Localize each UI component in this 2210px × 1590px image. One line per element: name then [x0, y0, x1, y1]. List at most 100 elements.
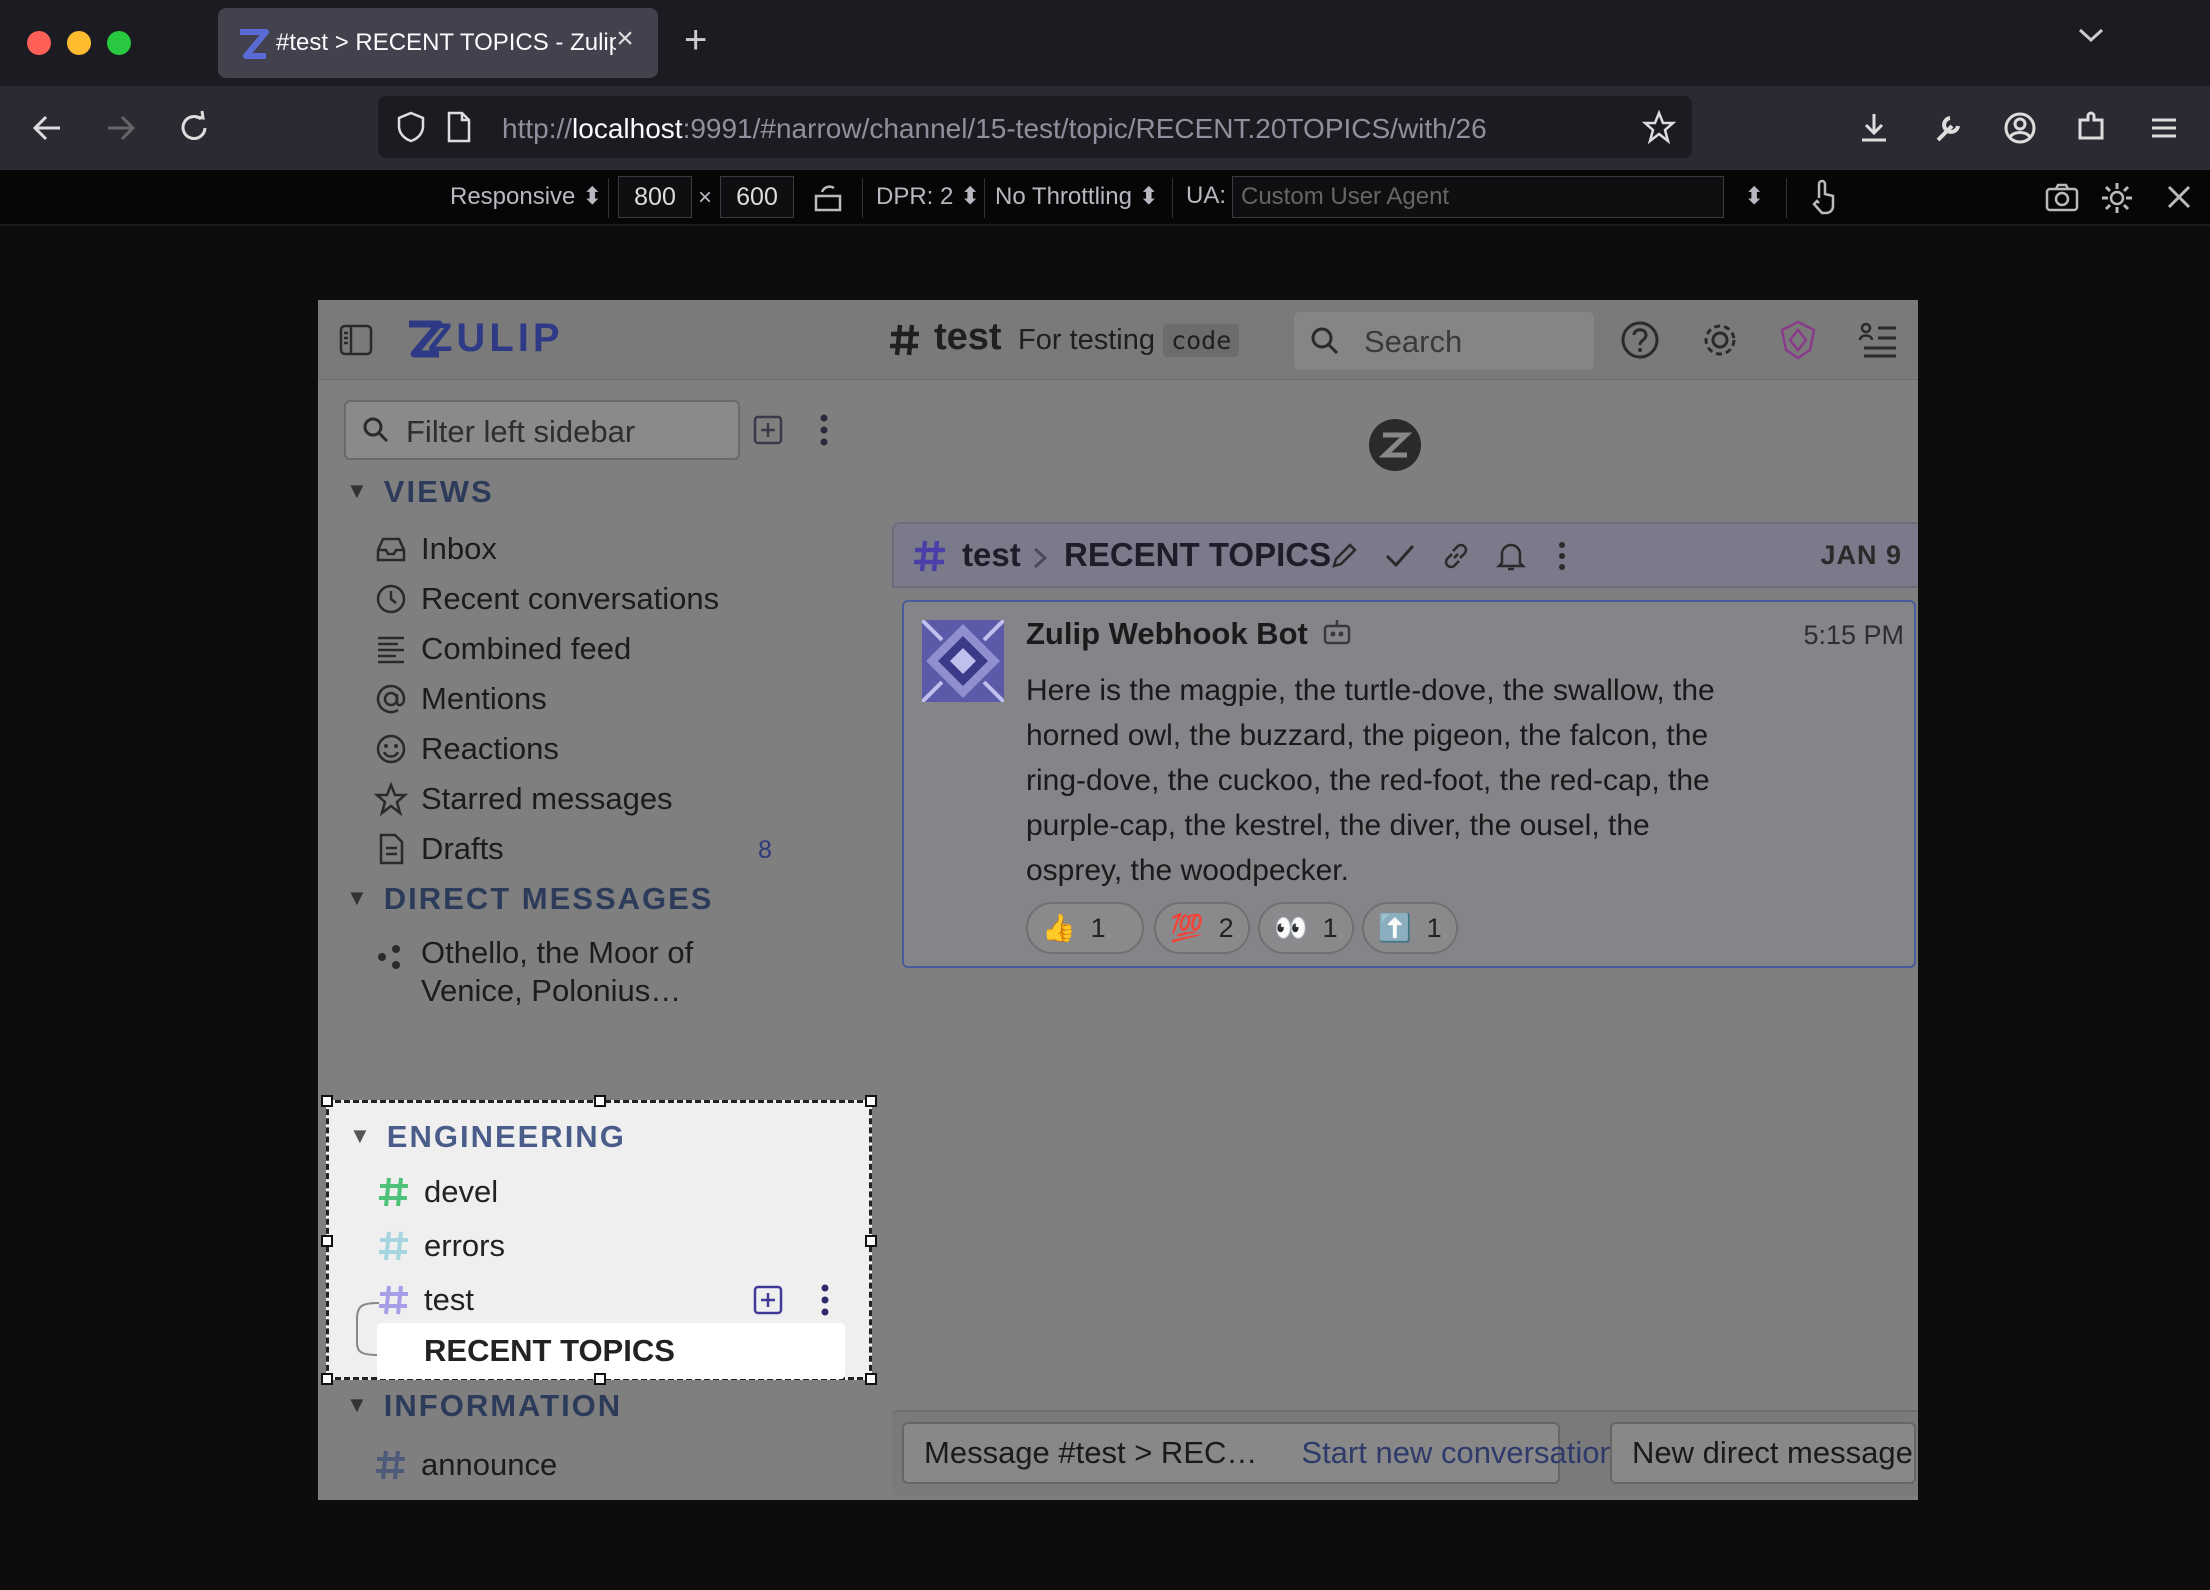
settings-gear-icon[interactable]: [2100, 181, 2134, 215]
close-rdm-icon[interactable]: [2164, 182, 2194, 212]
sidebar-item-group-dm[interactable]: Othello, the Moor of Venice, Polonius…: [318, 932, 878, 1012]
views-section-heading[interactable]: ▼ VIEWS: [346, 474, 494, 510]
user-avatar-icon[interactable]: [1776, 318, 1820, 362]
engineering-section-heading[interactable]: ▼ ENGINEERING: [349, 1119, 626, 1155]
message-sender[interactable]: Zulip Webhook Bot: [1026, 616, 1352, 652]
sidebar-item-test[interactable]: test: [329, 1275, 869, 1325]
reply-message-button[interactable]: Message #test > REC… Start new conversati…: [902, 1422, 1617, 1484]
resize-handle[interactable]: [321, 1235, 333, 1247]
account-icon[interactable]: [2000, 108, 2040, 148]
minimize-window-button[interactable]: [67, 31, 91, 55]
viewport-height-input[interactable]: 600: [720, 176, 794, 218]
viewport-width-input[interactable]: 800: [618, 176, 692, 218]
help-icon[interactable]: [1618, 318, 1662, 362]
resize-handle[interactable]: [594, 1095, 606, 1107]
new-tab-icon[interactable]: +: [684, 18, 707, 63]
maximize-window-button[interactable]: [107, 31, 131, 55]
zulip-logo-text[interactable]: ZULIP: [428, 316, 564, 361]
sidebar-item-inbox[interactable]: Inbox: [318, 524, 878, 574]
screenshot-camera-icon[interactable]: [2044, 181, 2080, 213]
start-new-conversation-link[interactable]: Start new conversation: [1301, 1435, 1616, 1470]
reaction-thumbs-up[interactable]: 👍 1: [1026, 902, 1144, 954]
url-text[interactable]: http://localhost:9991/#narrow/channel/15…: [502, 113, 1487, 145]
toolbar-divider: [862, 178, 863, 218]
header-channel-name[interactable]: test: [934, 316, 1002, 359]
responsive-design-toolbar: Responsive ⬍ 800 × 600 DPR: 2 ⬍ No Throt…: [0, 170, 2210, 226]
reload-icon[interactable]: [174, 108, 214, 148]
settings-gear-icon[interactable]: [1698, 318, 1742, 362]
sidebar-item-drafts[interactable]: Drafts 8: [318, 824, 878, 874]
bell-icon[interactable]: [1496, 540, 1526, 572]
recipient-topic-name[interactable]: RECENT TOPICS: [1064, 536, 1331, 574]
channel-hash-icon: [890, 324, 919, 356]
resolve-check-icon[interactable]: [1384, 542, 1416, 570]
message-row[interactable]: Zulip Webhook Bot 5:15 PM Here is the ma…: [902, 600, 1916, 968]
resize-handle[interactable]: [865, 1373, 877, 1385]
resize-handle[interactable]: [865, 1095, 877, 1107]
channel-hash-icon: [379, 1177, 408, 1207]
recipient-stream-name[interactable]: test: [962, 536, 1021, 574]
bookmark-star-icon[interactable]: [1642, 110, 1676, 144]
sidebar-item-starred-messages[interactable]: Starred messages: [318, 774, 878, 824]
information-section-heading[interactable]: ▼ INFORMATION: [346, 1388, 622, 1424]
sidebar-item-errors[interactable]: errors: [329, 1221, 869, 1271]
compose-box: Message #test > REC… Start new conversati…: [892, 1410, 1918, 1496]
sidebar-item-mentions[interactable]: Mentions: [318, 674, 878, 724]
sidebar-item-announce[interactable]: announce: [318, 1440, 878, 1490]
tab-title: #test > RECENT TOPICS - Zulip: [276, 29, 616, 56]
throttling-select[interactable]: No Throttling ⬍: [995, 182, 1159, 211]
resize-handle[interactable]: [865, 1235, 877, 1247]
sidebar-item-devel[interactable]: devel: [329, 1167, 869, 1217]
bot-avatar[interactable]: [922, 620, 1004, 702]
ua-select-arrows[interactable]: ⬍: [1744, 182, 1764, 211]
sidebar-item-reactions[interactable]: Reactions: [318, 724, 878, 774]
sidebar-item-combined-feed[interactable]: Combined feed: [318, 624, 878, 674]
downloads-icon[interactable]: [1854, 108, 1894, 148]
back-icon[interactable]: [28, 108, 68, 148]
resize-handle[interactable]: [321, 1095, 333, 1107]
sidebar-item-label: devel: [424, 1174, 499, 1209]
search-input[interactable]: Search: [1294, 312, 1594, 370]
address-bar[interactable]: http://localhost:9991/#narrow/channel/15…: [378, 96, 1692, 158]
reaction-up-arrow[interactable]: ⬆️ 1: [1362, 902, 1458, 954]
new-direct-message-button[interactable]: New direct message: [1610, 1422, 1916, 1484]
more-options-icon[interactable]: [1556, 540, 1568, 572]
tab-close-icon[interactable]: ×: [608, 22, 642, 56]
user-agent-input[interactable]: Custom User Agent: [1232, 176, 1724, 218]
device-select[interactable]: Responsive ⬍: [450, 182, 602, 211]
edit-pencil-icon[interactable]: [1328, 540, 1360, 572]
more-options-icon[interactable]: [819, 1283, 831, 1317]
user-list-icon[interactable]: [1856, 318, 1900, 362]
rotate-icon[interactable]: [812, 182, 844, 214]
drafts-icon: [379, 833, 404, 865]
touch-simulation-icon[interactable]: [1806, 178, 1840, 216]
chevron-right-icon: [1033, 547, 1048, 569]
page-icon[interactable]: [444, 110, 474, 144]
resize-handle[interactable]: [321, 1373, 333, 1385]
sidebar-item-recent-conversations[interactable]: Recent conversations: [318, 574, 878, 624]
extensions-icon[interactable]: [2072, 108, 2112, 148]
add-channel-icon[interactable]: [752, 414, 784, 446]
browser-tab[interactable]: #test > RECENT TOPICS - Zulip ×: [218, 8, 658, 78]
link-icon[interactable]: [1440, 540, 1472, 572]
close-window-button[interactable]: [27, 31, 51, 55]
resize-handle[interactable]: [594, 1373, 606, 1385]
shield-icon[interactable]: [394, 110, 428, 144]
reaction-eyes[interactable]: 👀 1: [1258, 902, 1354, 954]
direct-messages-section-heading[interactable]: ▼ DIRECT MESSAGES: [346, 881, 714, 917]
message-timestamp[interactable]: 5:15 PM: [1803, 620, 1904, 651]
hamburger-menu-icon[interactable]: [2144, 108, 2184, 148]
reaction-hundred[interactable]: 💯 2: [1154, 902, 1250, 954]
forward-icon[interactable]: [100, 108, 140, 148]
wrench-icon[interactable]: [1928, 108, 1968, 148]
filter-left-sidebar-input[interactable]: Filter left sidebar: [344, 400, 740, 460]
more-options-icon[interactable]: [818, 412, 830, 448]
channel-hash-icon[interactable]: [912, 538, 948, 574]
sidebar-item-support[interactable]: support: [318, 1494, 878, 1500]
sidebar-topic-recent-topics[interactable]: RECENT TOPICS: [377, 1323, 845, 1379]
sidebar-item-label: Drafts: [421, 831, 504, 866]
chevron-down-icon[interactable]: [2076, 20, 2106, 50]
new-topic-icon[interactable]: [753, 1285, 783, 1315]
sidebar-toggle-icon[interactable]: [338, 322, 374, 358]
dpr-select[interactable]: DPR: 2 ⬍: [876, 182, 980, 211]
